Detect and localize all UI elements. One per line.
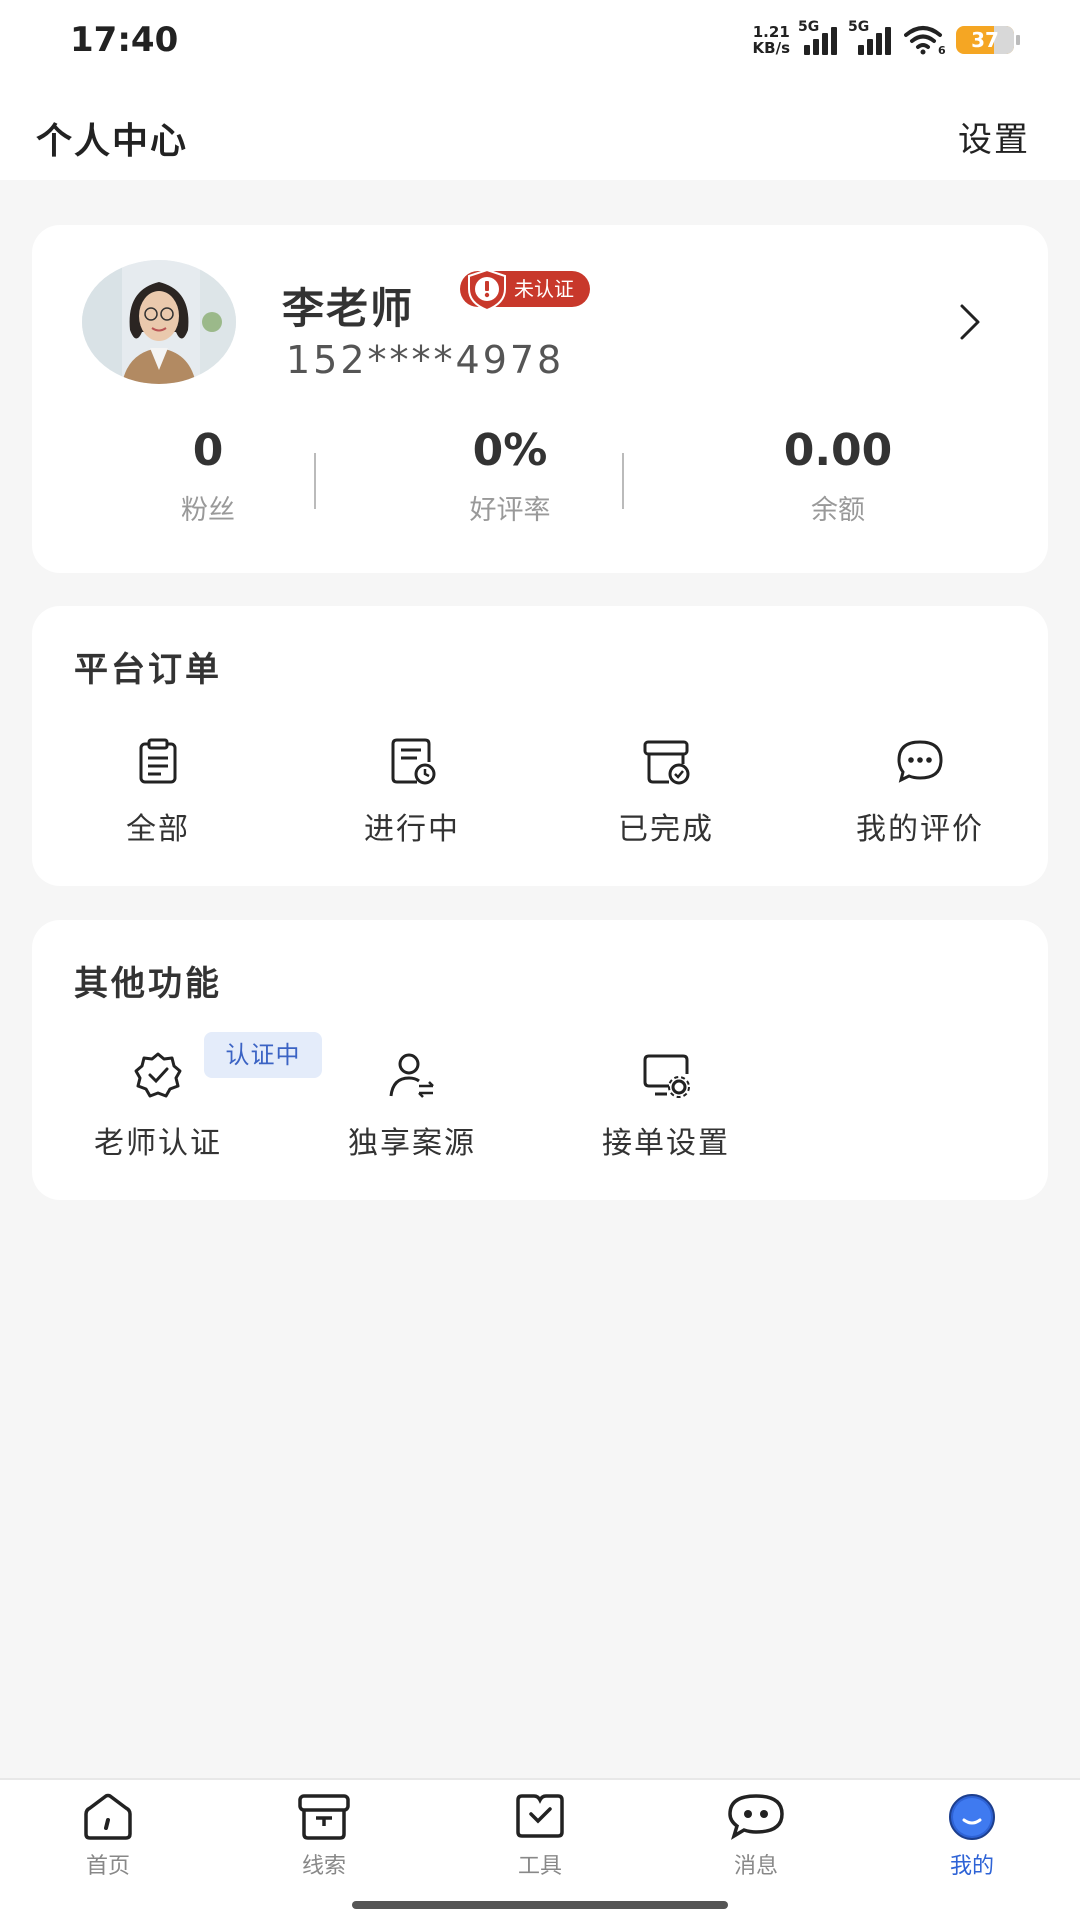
function-label: 独享案源 (348, 1126, 476, 1161)
tab-label: 我的 (949, 1854, 994, 1879)
home-icon (84, 1793, 132, 1840)
stat-balance[interactable]: 0.00 余额 (728, 425, 948, 527)
chat-bubble-icon (897, 740, 943, 783)
orders-title: 平台订单 (74, 650, 222, 690)
shield-alert-icon (468, 268, 506, 312)
net-speed-unit: KB/s (752, 39, 790, 57)
signal-1-icon: 5G (798, 19, 840, 55)
monitor-gear-icon (643, 1054, 690, 1098)
tab-label: 首页 (85, 1854, 130, 1879)
box-check-icon (643, 740, 690, 785)
message-icon (728, 1794, 784, 1840)
order-label: 进行中 (364, 812, 460, 847)
net-speed: 1.21 KB/s (753, 24, 790, 56)
stat-label: 粉丝 (181, 495, 235, 526)
sim2-label: 5G (848, 19, 870, 35)
order-completed[interactable]: 已完成 (566, 736, 766, 848)
tab-messages[interactable]: 消息 (686, 1792, 826, 1880)
page-title: 个人中心 (36, 121, 189, 162)
other-functions-card: 其他功能 老师认证 认证中 独享案源 接单设置 (32, 920, 1048, 1200)
settings-button[interactable]: 设置 (958, 112, 1030, 161)
profile-smile-icon (949, 1794, 995, 1840)
wifi-sub-label: 6 (938, 44, 946, 55)
order-settings[interactable]: 接单设置 (566, 1050, 766, 1162)
status-icons: 1.21 KB/s 5G 5G 6 37 (753, 19, 1020, 60)
order-all[interactable]: 全部 (58, 736, 258, 848)
badge-label: 未认证 (514, 277, 574, 301)
tab-leads[interactable]: 线索 (254, 1792, 394, 1880)
order-in-progress[interactable]: 进行中 (312, 736, 512, 848)
others-title: 其他功能 (74, 964, 222, 1004)
order-label: 我的评价 (856, 812, 984, 847)
function-label: 接单设置 (602, 1126, 730, 1161)
status-time: 17:40 (70, 20, 179, 60)
stat-value: 0.00 (783, 425, 893, 476)
stat-fans[interactable]: 0 粉丝 (98, 425, 318, 527)
wifi-icon: 6 (904, 26, 946, 55)
tool-book-icon (516, 1794, 564, 1838)
tab-label: 线索 (301, 1854, 346, 1879)
tab-label: 消息 (733, 1854, 778, 1879)
profile-phone: 152****4978 (286, 338, 565, 382)
stat-divider (314, 453, 316, 509)
home-indicator[interactable] (352, 1901, 728, 1909)
stat-value: 0 (192, 425, 224, 476)
orders-card: 平台订单 全部 进行中 已完成 我的评价 (32, 606, 1048, 886)
sim1-label: 5G (798, 19, 820, 35)
function-label: 老师认证 (94, 1126, 222, 1161)
bottom-tab-bar: 首页 线索 工具 消息 我的 (0, 1778, 1080, 1920)
tab-mine[interactable]: 我的 (902, 1792, 1042, 1880)
tab-tools[interactable]: 工具 (470, 1792, 610, 1880)
user-transfer-icon (389, 1053, 434, 1098)
stat-label: 好评率 (469, 495, 551, 526)
stats-row: 0 粉丝 0% 好评率 0.00 余额 (32, 425, 1048, 535)
net-speed-value: 1.21 (752, 23, 790, 41)
verified-badge-icon (134, 1052, 182, 1098)
signal-2-icon: 5G (848, 19, 894, 55)
box-icon (298, 1794, 350, 1840)
tab-label: 工具 (517, 1854, 562, 1879)
chevron-right-icon[interactable] (958, 303, 982, 341)
stat-rating[interactable]: 0% 好评率 (400, 425, 620, 527)
order-label: 已完成 (618, 812, 714, 847)
exclusive-cases[interactable]: 独享案源 (312, 1050, 512, 1162)
profile-card[interactable]: 李老师 未认证 152****4978 0 粉丝 0% 好评率 0.00 余额 (32, 225, 1048, 573)
unverified-badge: 未认证 (460, 268, 590, 312)
avatar[interactable] (82, 260, 236, 384)
stat-label: 余额 (811, 495, 865, 526)
battery-level: 37 (971, 28, 999, 52)
stat-value: 0% (472, 425, 548, 476)
clipboard-icon (139, 738, 177, 784)
tab-home[interactable]: 首页 (38, 1792, 178, 1880)
document-clock-icon (391, 738, 436, 785)
profile-name: 李老师 (282, 284, 415, 333)
order-my-reviews[interactable]: 我的评价 (820, 736, 1020, 848)
order-label: 全部 (126, 812, 190, 847)
status-bar: 17:40 1.21 KB/s 5G 5G 6 37 (0, 0, 1080, 84)
battery-icon: 37 (956, 26, 1020, 54)
stat-divider (622, 453, 624, 509)
verification-status-tag: 认证中 (204, 1032, 322, 1078)
page-header: 个人中心 设置 (0, 84, 1080, 180)
